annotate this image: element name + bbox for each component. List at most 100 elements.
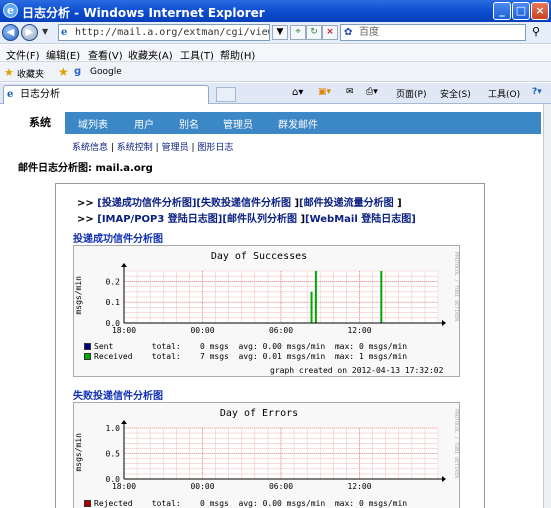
feeds-icon[interactable]: ▣▾ [318,87,331,97]
report-links-row2: >> [IMAP/POP3 登陆日志图][邮件队列分析图 ][WebMail 登… [77,210,416,225]
bracket: ] [397,198,402,209]
y-tick-label: 0.1 [106,298,121,307]
sublink-admin[interactable]: 管理员 [162,143,189,153]
menu-view[interactable]: 查看(V) [88,47,123,62]
link-success-graph[interactable]: [投递成功信件分析图] [97,198,196,209]
tools-menu[interactable]: 工具(O) [488,87,520,100]
y-tick-label: 0.5 [106,450,121,459]
nav-users[interactable]: 用户 [134,116,154,131]
x-axis-arrow-icon [442,476,446,482]
google-icon: g [74,66,82,77]
menu-favorites[interactable]: 收藏夹(A) [128,47,173,62]
section-title-errors: 失败投递信件分析图 [73,391,163,402]
forward-button[interactable]: ▶ [21,24,38,41]
legend-value: 0 msgs [199,342,229,351]
arrow-label: >> [77,214,94,225]
close-button[interactable]: × [531,2,549,20]
safety-menu[interactable]: 安全(S) [440,87,471,100]
menu-tools[interactable]: 工具(T) [180,47,214,62]
graph-footer: graph created on 2012-04-13 17:32:02 [270,366,444,375]
legend-total: total: [151,342,181,351]
back-button[interactable]: ◀ [2,24,19,41]
legend-max: max: 0 msgs/min [334,499,408,508]
link-imap-pop3-graph[interactable]: [IMAP/POP3 登陆日志图] [97,214,222,225]
y-tick-label: 0.2 [106,277,121,286]
address-bar: ◀ ▶ ▼ e http://mail.a.org/extman/cgi/vie… [0,22,551,44]
favorites-bar: ★ 收藏夹 ★ g Google [0,62,551,82]
sublink-sysinfo[interactable]: 系统信息 [72,143,108,153]
favorites-button[interactable]: 收藏夹 [17,67,44,80]
legend-name: Rejected [94,499,133,508]
maximize-button[interactable]: □ [512,2,530,20]
nav-bulk-mail[interactable]: 群发邮件 [278,116,318,131]
main-nav: 系统 域列表 用户 别名 管理员 群发邮件 [15,112,541,134]
print-icon[interactable]: ⎙▾ [366,87,378,97]
nav-domains[interactable]: 域列表 [78,116,108,131]
page-menu[interactable]: 页面(P) [396,87,426,100]
legend-max: max: 0 msgs/min [334,342,408,351]
report-links-row1: >> [投递成功信件分析图][失败投递信件分析图 ][邮件投递流量分析图 ] [77,194,402,209]
sub-links: 系统信息 | 系统控制 | 管理员 | 图形日志 [72,143,234,153]
search-placeholder: 百度 [359,27,379,38]
tab-page-icon: e [7,89,14,100]
page-icon: e [61,27,68,38]
sublink-control[interactable]: 系统控制 [117,143,153,153]
rejected-swatch-icon [84,500,91,507]
page-content: 系统 域列表 用户 别名 管理员 群发邮件 系统信息 | 系统控制 | 管理员 … [0,104,543,508]
nav-admins[interactable]: 管理员 [223,116,253,131]
vertical-scrollbar[interactable] [543,104,551,508]
search-input[interactable]: ✿ 百度 [340,24,526,41]
link-failed-graph[interactable]: [失败投递信件分析图 [196,198,291,209]
legend-avg: avg: 0.00 msgs/min [238,342,326,351]
home-icon[interactable]: ⌂▾ [292,87,303,98]
search-icon[interactable]: ⚲ [528,25,544,40]
favorites-star-icon: ★ [4,66,14,79]
received-swatch-icon [84,353,91,360]
menu-help[interactable]: 帮助(H) [220,47,255,62]
mail-icon[interactable]: ✉ [346,87,354,97]
nav-system[interactable]: 系统 [15,112,65,134]
link-queue-graph[interactable]: [邮件队列分析图 [222,214,297,225]
new-tab-button[interactable] [216,87,236,102]
compat-icon[interactable]: ⌖ [290,25,306,40]
baidu-icon: ✿ [344,27,353,38]
nav-aliases[interactable]: 别名 [179,116,199,131]
arrow-label: >> [77,198,94,209]
x-tick-label: 06:00 [269,326,293,335]
y-tick-label: 1.0 [106,424,121,433]
menu-bar: 文件(F) 编辑(E) 查看(V) 收藏夹(A) 工具(T) 帮助(H) [0,45,551,62]
x-tick-label: 12:00 [347,482,371,491]
legend-value: 7 msgs [199,352,229,361]
x-axis-arrow-icon [442,320,446,326]
minimize-button[interactable]: _ [493,2,511,20]
history-dropdown-icon[interactable]: ▼ [42,27,48,36]
link-traffic-graph[interactable]: [邮件投递流量分析图 [299,198,394,209]
tab-title: 日志分析 [20,89,60,100]
menu-file[interactable]: 文件(F) [6,47,40,62]
legend-avg: avg: 0.01 msgs/min [238,352,326,361]
favorites-google[interactable]: Google [90,67,122,77]
refresh-icon[interactable]: ↻ [306,25,322,40]
legend-avg: avg: 0.00 msgs/min [238,499,326,508]
legend-max: max: 1 msgs/min [334,352,408,361]
menu-edit[interactable]: 编辑(E) [46,47,80,62]
legend-total: total: [151,499,181,508]
url-input[interactable]: e http://mail.a.org/extman/cgi/viewlog.c… [58,24,270,41]
title-bar: e 日志分析 - Windows Internet Explorer _ □ × [0,0,551,22]
y-axis-arrow-icon [121,263,127,267]
stop-icon[interactable]: × [322,25,338,40]
help-icon[interactable]: ?▾ [532,87,542,97]
legend-sent: Sent total: 0 msgs avg: 0.00 msgs/min ma… [84,342,407,352]
add-favorite-icon[interactable]: ★ [58,65,69,79]
link-webmail-graph[interactable]: [WebMail 登陆日志图] [305,214,416,225]
x-tick-label: 00:00 [190,482,214,491]
x-tick-label: 18:00 [112,482,136,491]
url-dropdown-icon[interactable]: ▼ [272,25,288,40]
legend-rejected: Rejected total: 0 msgs avg: 0.00 msgs/mi… [84,499,407,508]
errors-graph: Day of Errors msgs/min PROTOCOL / TOBI O… [73,402,460,508]
tab-active[interactable]: e 日志分析 [3,85,209,104]
window-title: 日志分析 - Windows Internet Explorer [22,6,265,20]
x-tick-label: 00:00 [190,326,214,335]
sublink-graph-log[interactable]: 图形日志 [197,143,233,153]
ie-logo-icon: e [3,3,18,18]
